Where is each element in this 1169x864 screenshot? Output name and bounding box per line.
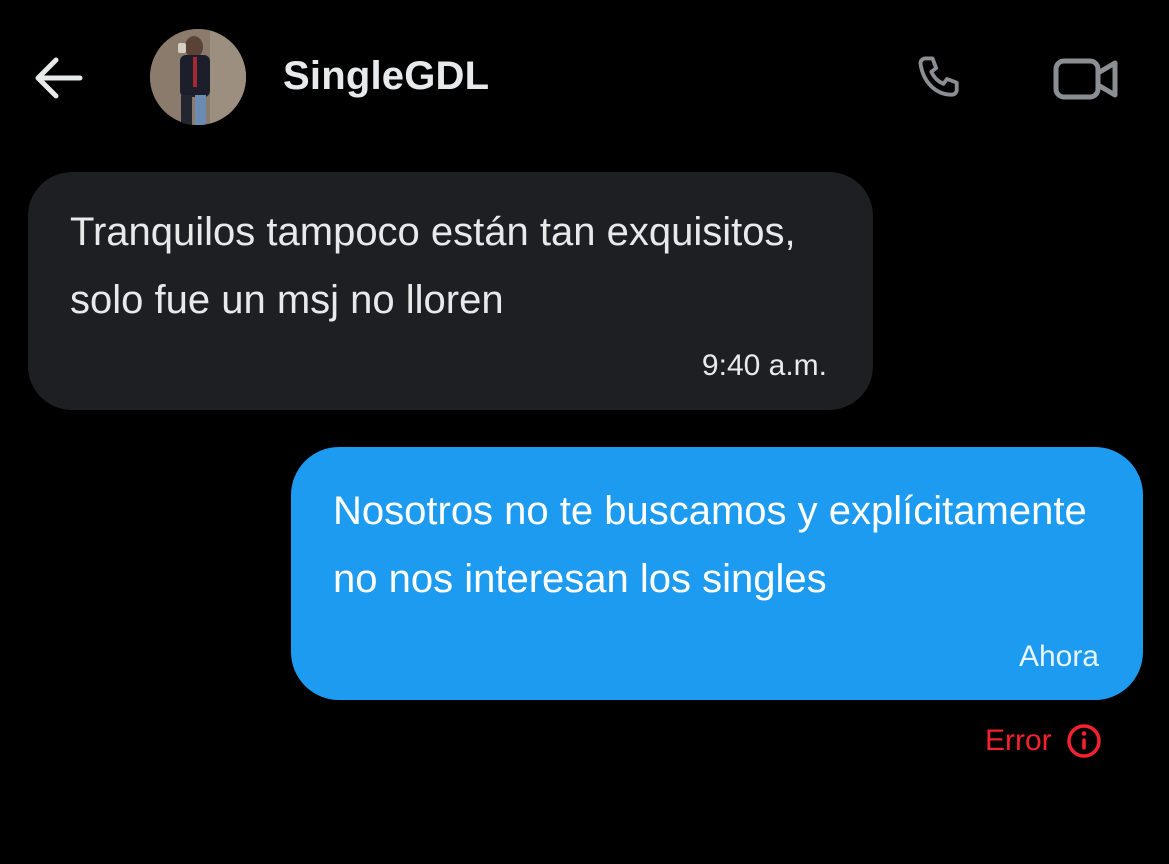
voice-call-button[interactable] bbox=[908, 46, 974, 112]
message-timestamp: 9:40 a.m. bbox=[701, 349, 827, 382]
contact-name[interactable]: SingleGDL bbox=[283, 54, 489, 99]
info-circle-icon bbox=[1066, 724, 1101, 758]
avatar[interactable] bbox=[150, 29, 246, 125]
conversation-header: SingleGDL bbox=[0, 0, 1169, 150]
message-timestamp: Ahora bbox=[1018, 640, 1099, 673]
message-text: Tranquilos tampoco están tan exquisitos,… bbox=[70, 210, 796, 322]
avatar-photo bbox=[150, 29, 246, 125]
message-bubble-incoming[interactable]: Tranquilos tampoco están tan exquisitos,… bbox=[28, 172, 873, 410]
arrow-left-icon bbox=[35, 57, 83, 99]
video-call-button[interactable] bbox=[1048, 46, 1124, 112]
message-text: Nosotros no te buscamos y explícitamente… bbox=[333, 489, 1087, 601]
phone-icon bbox=[918, 56, 959, 97]
error-label: Error bbox=[985, 724, 1052, 757]
back-button[interactable] bbox=[28, 48, 88, 108]
message-error-status[interactable]: Error bbox=[985, 721, 1102, 761]
message-bubble-outgoing[interactable]: Nosotros no te buscamos y explícitamente… bbox=[291, 447, 1143, 700]
video-camera-icon bbox=[1053, 58, 1118, 100]
